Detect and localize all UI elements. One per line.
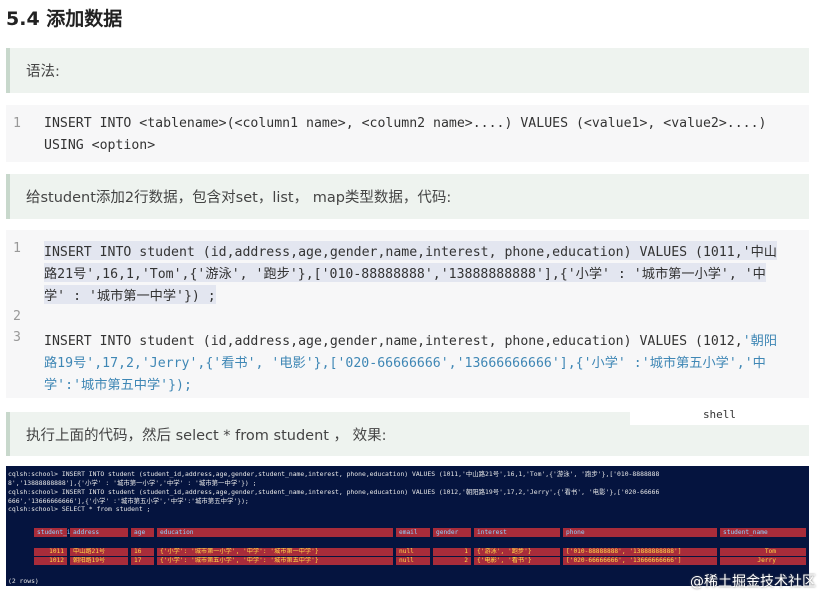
column-header: phone: [563, 528, 717, 537]
column-header: email: [396, 528, 430, 537]
table-cell: ['020-66666666', '13666666666']: [563, 557, 717, 565]
code-line: INSERT INTO student (id,address,age,gend…: [44, 330, 777, 349]
code-line: USING <option>: [44, 138, 156, 153]
table-cell: {'小学': '城市第一小学', '中学': '城市第一中学'}: [157, 548, 393, 556]
table-cell: Jerry: [720, 557, 806, 565]
terminal-line: 666','13666666666'],{'小学' :'城市第五小学','中学'…: [8, 497, 249, 505]
shell-language-tag: shell: [630, 405, 809, 425]
table-row: 1012 朝阳路19号 17 {'小学': '城市第五小学', '中学': '城…: [6, 557, 809, 565]
table-cell: 中山路21号: [70, 548, 128, 556]
terminal-line: cqlsh:school> SELECT * from student ;: [8, 505, 151, 513]
column-header: student_id: [34, 528, 74, 537]
example-code-block: 1 INSERT INTO student (id,address,age,ge…: [6, 230, 809, 398]
line-number: 1: [13, 241, 21, 256]
column-header: gender: [433, 528, 471, 537]
line-number: 3: [13, 330, 21, 345]
code-line[interactable]: 路21号',16,1,'Tom',{'游泳', '跑步'},['010-8888…: [44, 263, 766, 282]
table-cell: {'小学': '城市第五小学', '中学': '城市第五中学'}: [157, 557, 393, 565]
column-header: age: [131, 528, 154, 537]
table-row: 1011 中山路21号 16 {'小学': '城市第一小学', '中学': '城…: [6, 548, 809, 556]
description-callout: 给student添加2行数据，包含对set，list， map类型数据，代码:: [6, 174, 809, 219]
table-cell: {'游泳', '跑步'}: [474, 548, 560, 556]
watermark: @稀土掘金技术社区: [690, 574, 816, 590]
column-header: education: [157, 528, 393, 537]
syntax-callout: 语法:: [6, 48, 809, 93]
column-header: student_name: [720, 528, 806, 537]
description-callout-text: 给student添加2行数据，包含对set，list， map类型数据，代码:: [26, 190, 452, 206]
result-table-header: student_id address age education email g…: [6, 528, 809, 537]
table-cell: null: [396, 557, 430, 565]
line-number: 1: [13, 116, 21, 131]
column-header: interest: [474, 528, 560, 537]
code-line: 路19号',17,2,'Jerry',{'看书', '电影'},['020-66…: [44, 356, 766, 371]
code-string: '朝阳: [742, 334, 778, 349]
syntax-code-block: 1 INSERT INTO <tablename>(<column1 name>…: [6, 105, 809, 162]
terminal-line: cqlsh:school> INSERT INTO student (stude…: [8, 470, 660, 478]
table-cell: 16: [131, 548, 154, 556]
code-text: INSERT INTO student (id,address,age,gend…: [44, 334, 743, 349]
terminal-line: cqlsh:school> INSERT INTO student (stude…: [8, 488, 660, 496]
code-line: INSERT INTO <tablename>(<column1 name>, …: [44, 116, 767, 131]
section-heading: 5.4 添加数据: [6, 8, 123, 30]
code-line[interactable]: 学' : '城市第一中学'}) ;: [44, 285, 216, 304]
table-cell: 17: [131, 557, 154, 565]
run-callout-text: 执行上面的代码，然后 select * from student ， 效果:: [26, 427, 387, 444]
table-cell: ['010-88888888', '13888888888']: [563, 548, 717, 556]
table-cell: {'电影', '看书'}: [474, 557, 560, 565]
table-cell: 2: [433, 557, 471, 565]
table-cell: null: [396, 548, 430, 556]
code-line: 学':'城市第五中学'});: [44, 378, 192, 393]
table-cell: 1012: [34, 557, 67, 565]
table-cell: 1: [433, 548, 471, 556]
terminal-footer: (2 rows): [8, 577, 39, 585]
syntax-callout-text: 语法:: [26, 64, 60, 80]
code-line[interactable]: INSERT INTO student (id,address,age,gend…: [44, 241, 777, 260]
terminal-screenshot: cqlsh:school> INSERT INTO student (stude…: [6, 466, 809, 586]
table-cell: Tom: [720, 548, 806, 556]
table-cell: 1011: [34, 548, 67, 556]
column-header: address: [70, 528, 128, 537]
terminal-line: 8','13888888888'],{'小学' : '城市第一小学','中学' …: [8, 479, 257, 487]
table-cell: 朝阳路19号: [70, 557, 128, 565]
line-number: 2: [13, 309, 21, 324]
